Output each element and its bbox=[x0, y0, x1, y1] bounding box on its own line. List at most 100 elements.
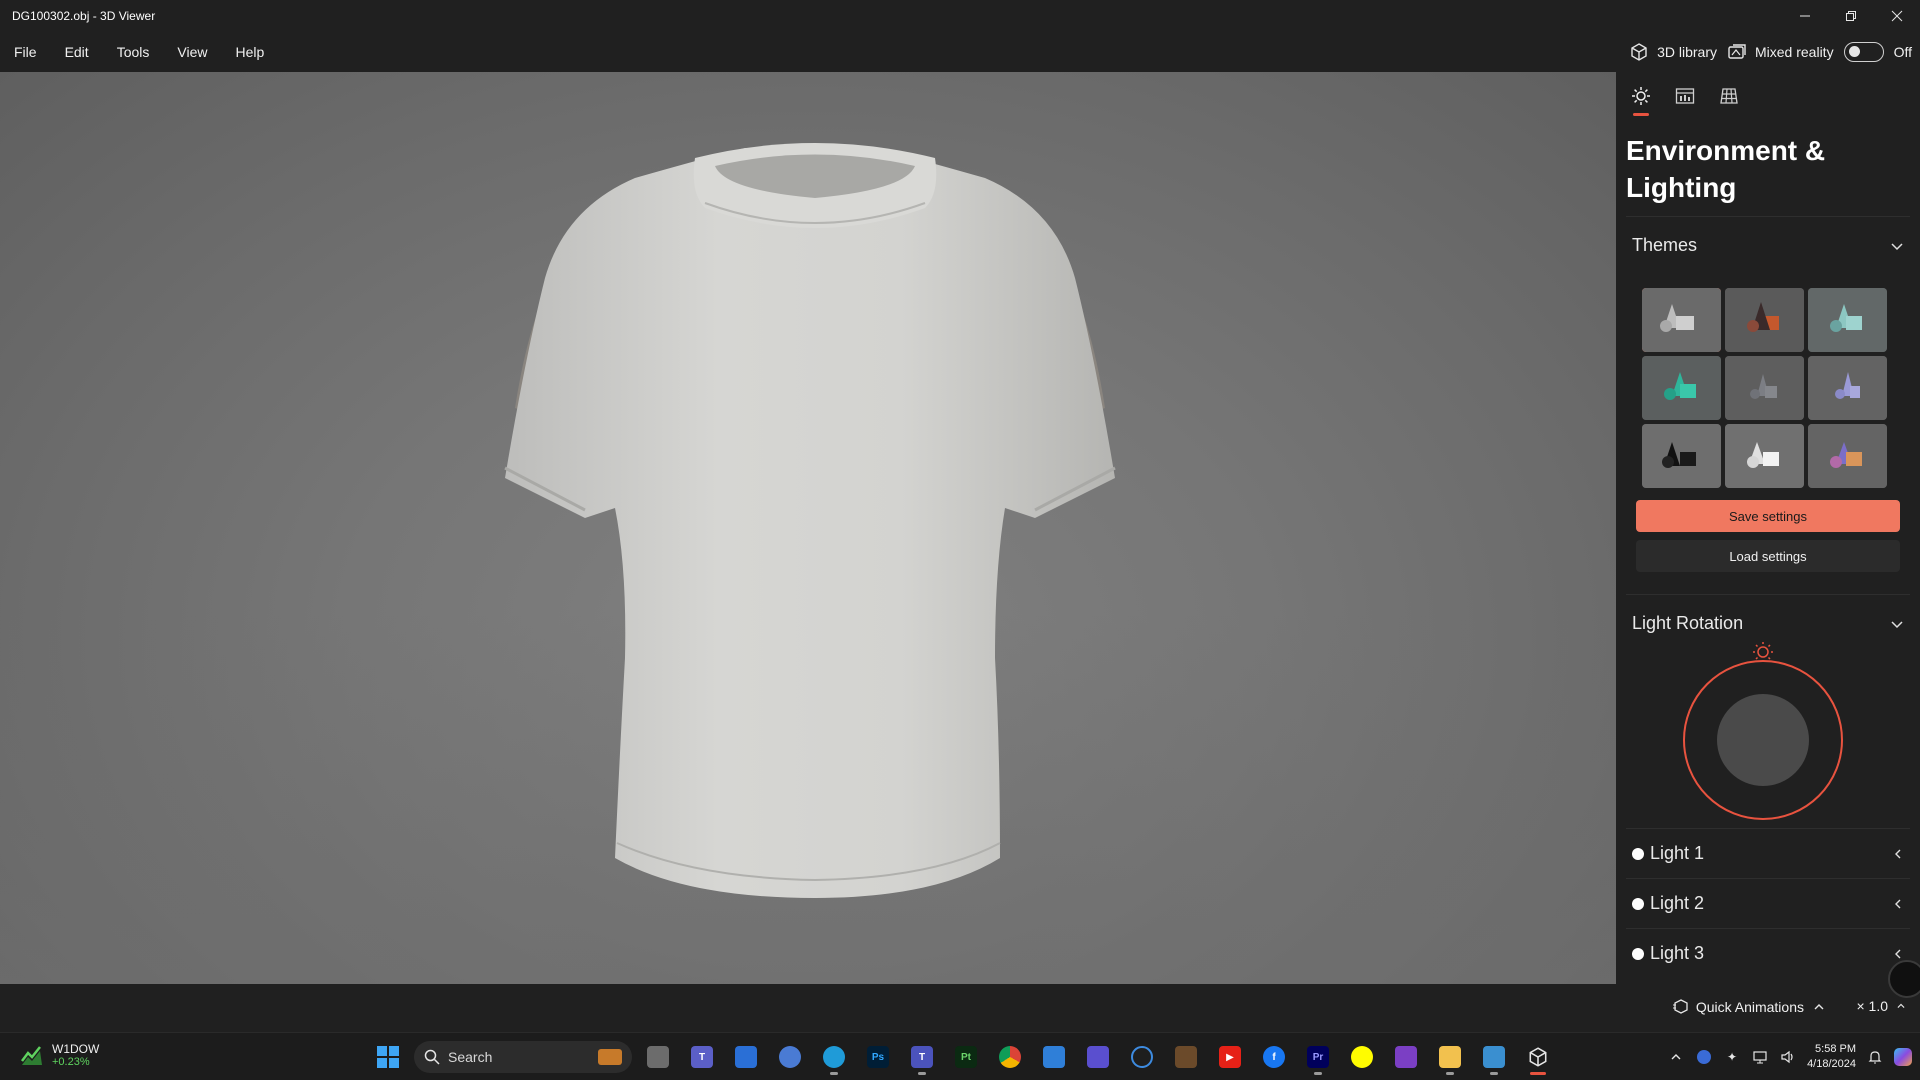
tshirt-model[interactable] bbox=[495, 138, 1125, 938]
photos-app[interactable] bbox=[1036, 1039, 1072, 1075]
quick-animations-button[interactable]: Quick Animations bbox=[1672, 998, 1828, 1016]
volume-button[interactable] bbox=[1779, 1048, 1797, 1066]
menu-file[interactable]: File bbox=[0, 32, 51, 72]
window-title: DG100302.obj - 3D Viewer bbox=[12, 9, 156, 23]
light-row-label-group: Light 1 bbox=[1632, 843, 1704, 864]
facebook-icon: f bbox=[1263, 1046, 1285, 1068]
system-clock[interactable]: 5:58 PM 4/18/2024 bbox=[1807, 1042, 1856, 1072]
environment-panel: Environment & Lighting Themes Save setti… bbox=[1616, 72, 1920, 984]
snapchat-app[interactable] bbox=[1344, 1039, 1380, 1075]
taskbar-search[interactable]: Search bbox=[414, 1041, 632, 1073]
menu-tools[interactable]: Tools bbox=[103, 32, 164, 72]
animation-icon bbox=[1672, 999, 1688, 1014]
clipchamp-app[interactable] bbox=[1080, 1039, 1116, 1075]
teams-app[interactable]: T bbox=[904, 1039, 940, 1075]
painter-app[interactable]: Pt bbox=[948, 1039, 984, 1075]
restore-button[interactable] bbox=[1828, 0, 1874, 32]
menu-bar: File Edit Tools View Help 3D library Mix… bbox=[0, 32, 1920, 72]
premiere-app[interactable]: Pr bbox=[1300, 1039, 1336, 1075]
theme-swatch[interactable] bbox=[1725, 288, 1804, 352]
youtube-icon: ▶ bbox=[1219, 1046, 1241, 1068]
panel-tabs bbox=[1616, 72, 1920, 120]
theme-preview-icon bbox=[1725, 356, 1804, 420]
themes-label: Themes bbox=[1632, 235, 1698, 255]
tab-stats[interactable] bbox=[1672, 86, 1698, 116]
photos-icon bbox=[1043, 1046, 1065, 1068]
dropbox-button[interactable]: ✦ bbox=[1723, 1048, 1741, 1066]
light-row-3[interactable]: Light 3 bbox=[1626, 928, 1910, 978]
theme-swatch[interactable] bbox=[1808, 288, 1887, 352]
theme-swatch[interactable] bbox=[1725, 424, 1804, 488]
light-rotation-dial[interactable] bbox=[1678, 642, 1848, 822]
light-label: Light 2 bbox=[1650, 893, 1705, 913]
light-color-dot[interactable] bbox=[1632, 897, 1644, 910]
portrait-app[interactable] bbox=[1168, 1039, 1204, 1075]
edge-app[interactable] bbox=[816, 1039, 852, 1075]
tab-mesh[interactable] bbox=[1716, 86, 1742, 116]
animation-speed-button[interactable]: × 1.0 bbox=[1856, 998, 1908, 1014]
clock-date: 4/18/2024 bbox=[1807, 1058, 1856, 1070]
clapperboard-icon bbox=[1395, 1046, 1417, 1068]
menu-help[interactable]: Help bbox=[221, 32, 278, 72]
menu-right-group: 3D library Mixed reality Off bbox=[1629, 32, 1912, 72]
teams-chat-app[interactable]: T bbox=[684, 1039, 720, 1075]
mixed-reality-toggle[interactable] bbox=[1843, 42, 1884, 62]
tray-app-button[interactable] bbox=[1695, 1048, 1713, 1066]
light-rotation-control[interactable] bbox=[1616, 642, 1920, 828]
stock-change: +0.23% bbox=[52, 1056, 90, 1068]
clock-time: 5:58 PM bbox=[1815, 1043, 1856, 1055]
cortana-app[interactable] bbox=[1124, 1039, 1160, 1075]
premiere-icon: Pr bbox=[1307, 1046, 1329, 1068]
copilot-tray-button[interactable] bbox=[1894, 1048, 1912, 1066]
3d-viewer-app[interactable] bbox=[1520, 1039, 1556, 1075]
task-view-button[interactable] bbox=[640, 1039, 676, 1075]
minimize-button[interactable] bbox=[1782, 0, 1828, 32]
tab-environment[interactable] bbox=[1628, 86, 1654, 116]
store-app[interactable] bbox=[728, 1039, 764, 1075]
light-row-1[interactable]: Light 1 bbox=[1626, 828, 1910, 878]
light-color-dot[interactable] bbox=[1632, 847, 1644, 860]
clipchamp-icon bbox=[1087, 1046, 1109, 1068]
panel-collapse-button[interactable] bbox=[1888, 960, 1920, 998]
mixed-reality-button[interactable]: Mixed reality bbox=[1727, 42, 1834, 62]
notepad-app[interactable] bbox=[1476, 1039, 1512, 1075]
notifications-button[interactable] bbox=[1866, 1048, 1884, 1066]
theme-swatch[interactable] bbox=[1642, 356, 1721, 420]
close-button[interactable] bbox=[1874, 0, 1920, 32]
light-color-dot[interactable] bbox=[1632, 947, 1644, 960]
3d-library-button[interactable]: 3D library bbox=[1629, 42, 1717, 62]
minimize-icon bbox=[1800, 15, 1810, 17]
theme-swatch[interactable] bbox=[1642, 288, 1721, 352]
chevron-down-icon bbox=[1891, 242, 1903, 250]
theme-swatch[interactable] bbox=[1808, 424, 1887, 488]
start-button[interactable] bbox=[370, 1039, 406, 1075]
copilot-app[interactable] bbox=[772, 1039, 808, 1075]
chevron-up-icon bbox=[1814, 1004, 1824, 1010]
title-bar: DG100302.obj - 3D Viewer bbox=[0, 0, 1920, 32]
facebook-app[interactable]: f bbox=[1256, 1039, 1292, 1075]
theme-swatch[interactable] bbox=[1725, 356, 1804, 420]
clapper-app[interactable] bbox=[1388, 1039, 1424, 1075]
save-settings-button[interactable]: Save settings bbox=[1636, 500, 1900, 532]
menu-edit[interactable]: Edit bbox=[51, 32, 103, 72]
3d-viewport[interactable] bbox=[0, 72, 1616, 984]
tray-overflow-button[interactable] bbox=[1667, 1048, 1685, 1066]
youtube-app[interactable]: ▶ bbox=[1212, 1039, 1248, 1075]
themes-header[interactable]: Themes bbox=[1626, 216, 1910, 260]
photoshop-app[interactable]: Ps bbox=[860, 1039, 896, 1075]
light-rotation-header[interactable]: Light Rotation bbox=[1626, 594, 1910, 638]
light-row-2[interactable]: Light 2 bbox=[1626, 878, 1910, 928]
cube-icon bbox=[1631, 43, 1647, 61]
theme-preview-icon bbox=[1642, 288, 1721, 352]
network-button[interactable] bbox=[1751, 1048, 1769, 1066]
dropbox-icon: ✦ bbox=[1727, 1050, 1738, 1064]
taskbar-apps: Search T Ps T Pt ▶ f Pr bbox=[370, 1039, 1556, 1075]
file-explorer-app[interactable] bbox=[1432, 1039, 1468, 1075]
theme-swatch[interactable] bbox=[1642, 424, 1721, 488]
theme-swatch[interactable] bbox=[1808, 356, 1887, 420]
chrome-app[interactable] bbox=[992, 1039, 1028, 1075]
stock-widget[interactable]: W1DOW +0.23% bbox=[20, 1042, 99, 1068]
menu-view[interactable]: View bbox=[163, 32, 221, 72]
snapchat-icon bbox=[1351, 1046, 1373, 1068]
load-settings-button[interactable]: Load settings bbox=[1636, 540, 1900, 572]
